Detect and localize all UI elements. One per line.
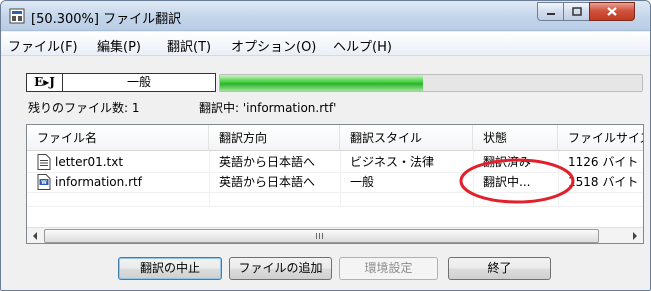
exit-button[interactable]: 終了 [448, 257, 551, 280]
direction-cell: 英語から日本語へ [219, 155, 316, 169]
settings-button[interactable]: 環境設定 [339, 257, 438, 280]
maximize-button[interactable] [563, 2, 590, 21]
arrow-left-icon [33, 232, 37, 240]
add-file-button[interactable]: ファイルの追加 [229, 257, 332, 280]
horizontal-scrollbar[interactable] [27, 227, 643, 243]
column-header-state[interactable]: 状態 [473, 125, 558, 151]
menu-help[interactable]: ヘルプ(H) [333, 36, 392, 55]
progress-fill [220, 75, 423, 91]
title-bar[interactable]: [50.300%] ファイル翻訳 [1, 1, 650, 31]
filename: information.rtf [55, 175, 142, 189]
scroll-left-button[interactable] [27, 228, 43, 243]
menu-translate[interactable]: 翻訳(T) [167, 36, 211, 55]
column-header-direction[interactable]: 翻訳方向 [209, 125, 340, 151]
remaining-files: 残りのファイル数: 1 [28, 101, 140, 115]
direction-cell: 英語から日本語へ [219, 175, 316, 189]
menu-options[interactable]: オプション(O) [231, 36, 316, 55]
column-header-style[interactable]: 翻訳スタイル [340, 125, 473, 151]
maximize-icon [571, 7, 582, 16]
minimize-icon [546, 12, 555, 15]
arrow-right-icon [633, 232, 637, 240]
filename: letter01.txt [55, 155, 124, 169]
current-file-status: 翻訳中: 'information.rtf' [199, 101, 337, 115]
list-header: ファイル名 翻訳方向 翻訳スタイル 状態 ファイルサイズ [27, 125, 643, 151]
minimize-button[interactable] [537, 2, 564, 21]
column-header-size[interactable]: ファイルサイズ [558, 125, 643, 151]
style-cell: 一般 [350, 175, 375, 189]
window-title: [50.300%] ファイル翻訳 [31, 12, 182, 27]
filename-cell: letter01.txt [27, 152, 209, 172]
highlight-circle [459, 158, 575, 204]
filename-cell: W information.rtf [27, 172, 209, 192]
stop-translation-button[interactable]: 翻訳の中止 [118, 257, 222, 280]
menu-bar: ファイル(F) 編集(P) 翻訳(T) オプション(O) ヘルプ(H) [1, 32, 650, 56]
mode-label: 一般 [126, 75, 151, 89]
close-icon [607, 7, 617, 16]
text-file-icon [37, 154, 51, 170]
style-cell: ビジネス・法律 [350, 155, 435, 169]
progress-bar [219, 74, 643, 92]
column-header-filename[interactable]: ファイル名 [27, 125, 209, 151]
file-translation-window: [50.300%] ファイル翻訳 ファイル(F) 編集(P) 翻訳(T) オプシ… [0, 0, 651, 291]
row-divider [27, 206, 643, 207]
direction-tag: E▸J [27, 74, 63, 91]
svg-text:W: W [41, 180, 47, 186]
grip-icon [316, 233, 323, 239]
menu-edit[interactable]: 編集(P) [97, 36, 141, 55]
scrollbar-thumb[interactable] [44, 229, 599, 243]
translation-mode-indicator: E▸J 一般 [26, 73, 216, 92]
rtf-document-icon: W [37, 174, 51, 190]
close-button[interactable] [589, 2, 635, 21]
menu-file[interactable]: ファイル(F) [8, 36, 78, 55]
app-icon [9, 8, 25, 24]
scroll-right-button[interactable] [627, 228, 643, 243]
